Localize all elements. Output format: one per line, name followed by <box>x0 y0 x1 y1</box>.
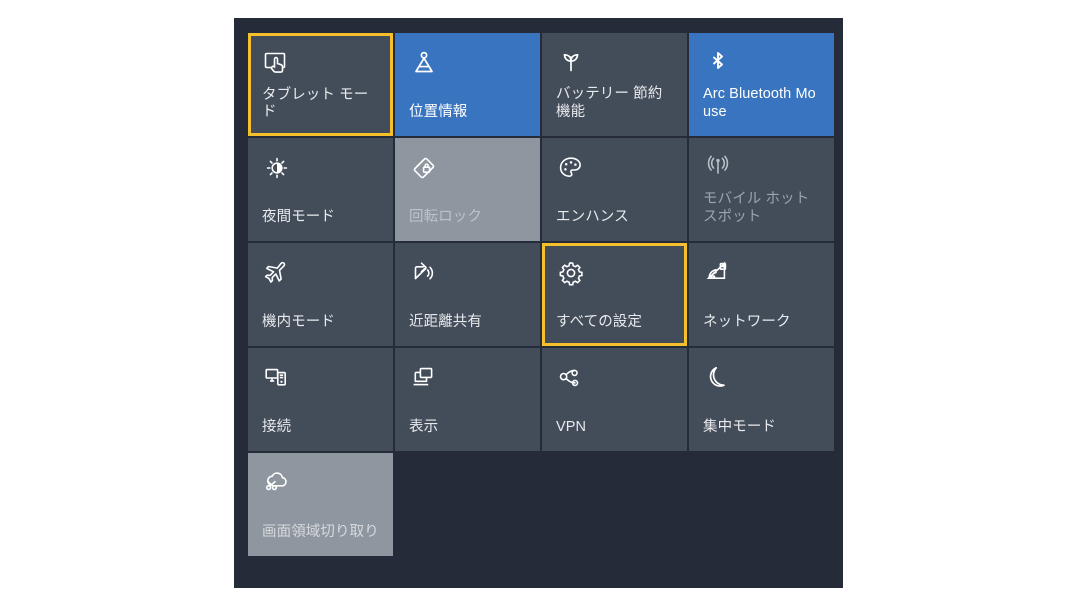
tile-spacer <box>703 397 820 419</box>
quick-action-tile-project[interactable]: 表示 <box>395 348 540 451</box>
tile-label: 画面領域切り取り <box>262 524 379 541</box>
quick-action-tile-airplane-mode[interactable]: 機内モード <box>248 243 393 346</box>
tile-label: エンハンス <box>556 209 629 226</box>
tile-label: 近距離共有 <box>409 314 482 331</box>
tile-label: VPN <box>556 419 587 436</box>
tile-spacer <box>703 292 820 314</box>
battery-saver-leaf-icon <box>556 48 673 82</box>
tile-label: 表示 <box>409 419 439 436</box>
screen-snip-icon <box>262 468 379 502</box>
tile-spacer <box>262 502 379 524</box>
quick-action-tile-network[interactable]: ネットワーク <box>689 243 834 346</box>
tile-spacer <box>409 292 526 314</box>
gear-icon <box>556 258 673 292</box>
quick-action-tile-enhance[interactable]: エンハンス <box>542 138 687 241</box>
rotation-lock-icon <box>409 153 526 187</box>
tablet-mode-icon <box>262 48 379 82</box>
tile-spacer <box>409 187 526 209</box>
quick-action-tile-nearby-sharing[interactable]: 近距離共有 <box>395 243 540 346</box>
tile-label: 回転ロック <box>409 209 482 226</box>
quick-action-tile-location[interactable]: 位置情報 <box>395 33 540 136</box>
nearby-share-icon <box>409 258 526 292</box>
tile-spacer <box>556 397 673 419</box>
quick-action-tile-connect[interactable]: 接続 <box>248 348 393 451</box>
quick-action-tile-focus-assist[interactable]: 集中モード <box>689 348 834 451</box>
bluetooth-icon <box>703 48 820 82</box>
action-center-panel: タブレット モード 位置情報 バッテリー 節約機能 Arc Bluetooth … <box>234 18 843 588</box>
quick-action-tile-battery-saver[interactable]: バッテリー 節約機能 <box>542 33 687 136</box>
tile-label: 集中モード <box>703 419 776 436</box>
tile-label: バッテリー 節約機能 <box>556 86 663 121</box>
quick-action-tile-rotation-lock[interactable]: 回転ロック <box>395 138 540 241</box>
quick-action-tile-tablet-mode[interactable]: タブレット モード <box>248 33 393 136</box>
hotspot-broadcast-icon <box>703 153 820 187</box>
tile-label: モバイル ホットスポット <box>703 191 810 226</box>
project-display-icon <box>409 363 526 397</box>
night-light-sun-icon <box>262 153 379 187</box>
location-pin-icon <box>409 48 526 82</box>
tile-spacer <box>262 397 379 419</box>
tile-spacer <box>409 397 526 419</box>
tile-spacer <box>556 292 673 314</box>
tile-label: 夜間モード <box>262 209 335 226</box>
tile-label: 接続 <box>262 419 292 436</box>
vpn-icon <box>556 363 673 397</box>
airplane-icon <box>262 258 379 292</box>
tile-spacer <box>556 187 673 209</box>
quick-action-tile-vpn[interactable]: VPN <box>542 348 687 451</box>
quick-action-tile-mobile-hotspot[interactable]: モバイル ホットスポット <box>689 138 834 241</box>
quick-action-tile-arc-bluetooth-mouse[interactable]: Arc Bluetooth Mouse <box>689 33 834 136</box>
quick-action-tile-night-light[interactable]: 夜間モード <box>248 138 393 241</box>
connect-devices-icon <box>262 363 379 397</box>
quick-action-tile-all-settings[interactable]: すべての設定 <box>542 243 687 346</box>
tile-label: Arc Bluetooth Mouse <box>703 86 816 121</box>
moon-icon <box>703 363 820 397</box>
tile-spacer <box>262 187 379 209</box>
palette-icon <box>556 153 673 187</box>
tile-spacer <box>409 82 526 104</box>
network-wifi-icon <box>703 258 820 292</box>
tile-spacer <box>262 292 379 314</box>
tile-label: すべての設定 <box>556 314 643 331</box>
tile-label: タブレット モード <box>262 86 369 121</box>
tile-label: 機内モード <box>262 314 335 331</box>
screenshot-canvas: タブレット モード 位置情報 バッテリー 節約機能 Arc Bluetooth … <box>0 0 1078 606</box>
quick-actions-grid: タブレット モード 位置情報 バッテリー 節約機能 Arc Bluetooth … <box>248 33 834 556</box>
tile-label: 位置情報 <box>409 104 468 121</box>
tile-label: ネットワーク <box>703 314 791 331</box>
quick-action-tile-screen-snip[interactable]: 画面領域切り取り <box>248 453 393 556</box>
